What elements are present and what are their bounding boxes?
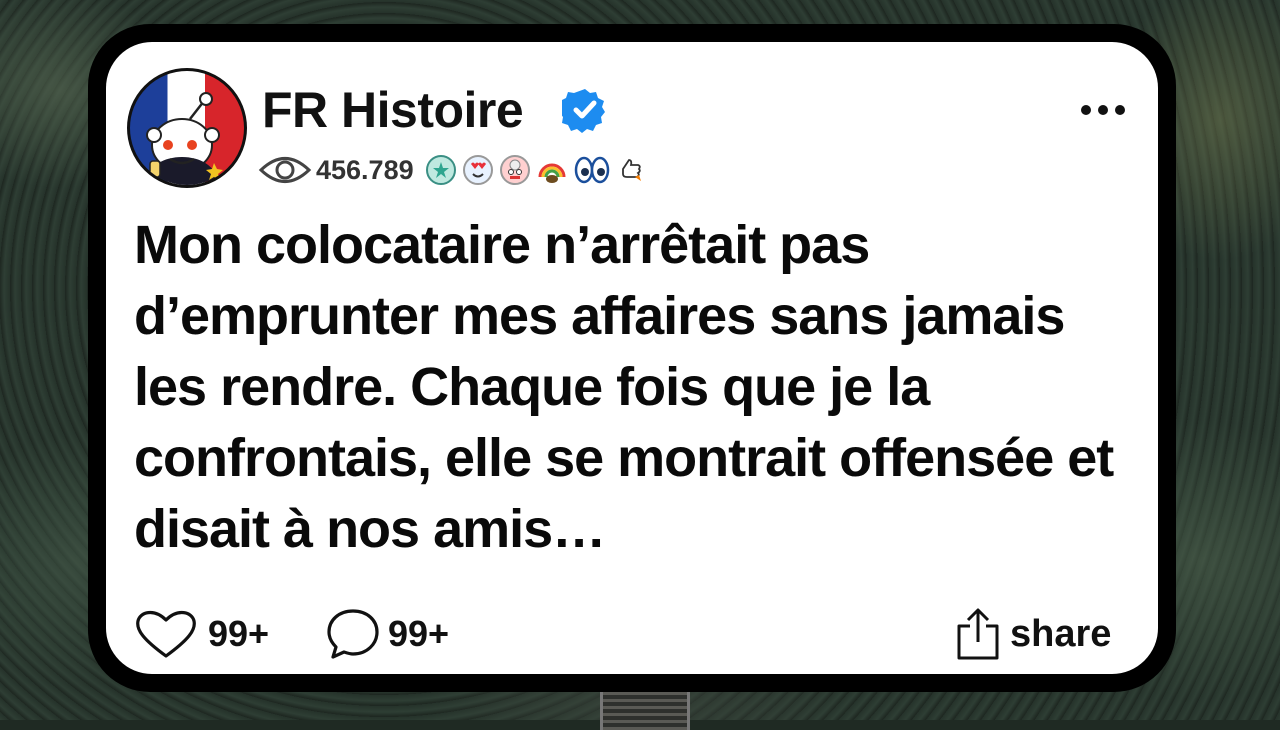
- comment-button[interactable]: 99+: [326, 604, 449, 664]
- post-stats-row: 456.789: [258, 150, 654, 190]
- like-button[interactable]: 99+: [134, 604, 269, 664]
- mindblown-award-icon[interactable]: [499, 155, 530, 185]
- share-label: share: [1010, 612, 1112, 655]
- love-eyes-award-icon[interactable]: [462, 155, 493, 185]
- view-count: 456.789: [316, 154, 414, 185]
- comment-count: 99+: [388, 613, 450, 654]
- eyes-award-icon[interactable]: [574, 155, 610, 185]
- heart-icon: [136, 611, 196, 658]
- share-upload-icon: [957, 608, 999, 660]
- author-avatar[interactable]: [127, 68, 247, 188]
- thumbs-up-rocket-award-icon[interactable]: [617, 155, 647, 185]
- more-options-icon[interactable]: [1078, 100, 1128, 120]
- rainbow-gold-award-icon[interactable]: [536, 155, 567, 185]
- author-name[interactable]: FR Histoire: [262, 80, 524, 140]
- bridge-background-detail: [600, 690, 690, 730]
- verified-badge-icon: [562, 89, 605, 133]
- like-count: 99+: [208, 613, 270, 654]
- views-eye-icon: [258, 157, 312, 183]
- comment-bubble-icon: [327, 609, 379, 659]
- post-actions-bar: 99+ 99+ share: [134, 604, 1134, 664]
- post-title[interactable]: Mon colocataire n’arrêtait pas d’emprunt…: [134, 210, 1134, 565]
- reddit-snoo-icon: [146, 92, 223, 185]
- share-button[interactable]: share: [954, 604, 1111, 664]
- helper-award-icon[interactable]: [425, 155, 456, 185]
